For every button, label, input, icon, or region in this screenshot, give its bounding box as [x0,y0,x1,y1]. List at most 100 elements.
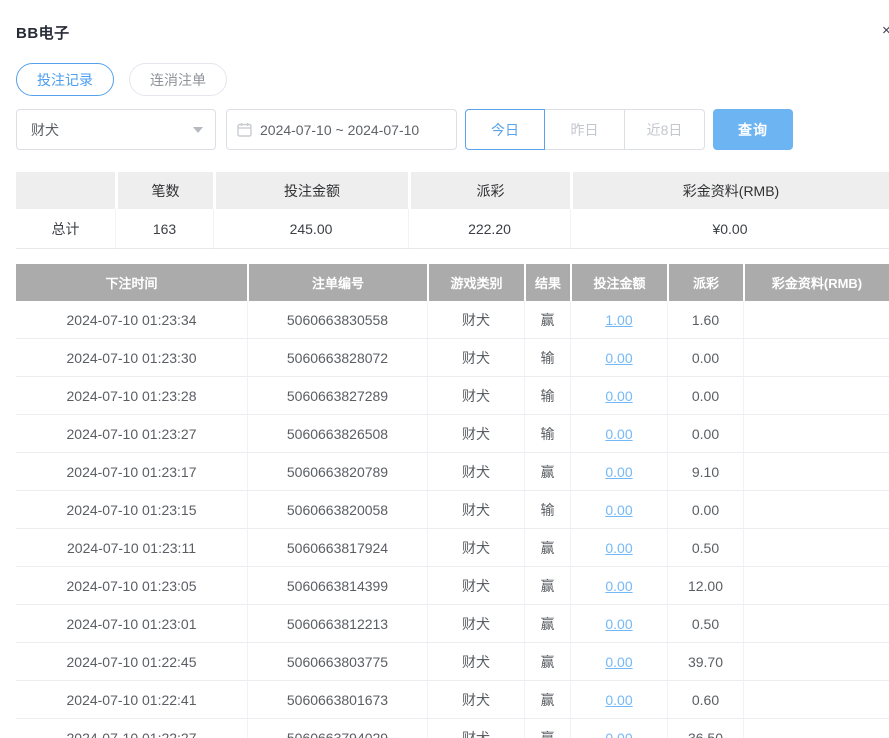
bet-table: 下注时间 注单编号 游戏类别 结果 投注金额 派彩 彩金资料(RMB) 2024… [16,264,889,738]
cell-bet-amount: 0.00 [570,719,667,738]
table-row: 2024-07-10 01:23:34 5060663830558 财犬 赢 1… [16,301,889,339]
bet-table-header-row: 下注时间 注单编号 游戏类别 结果 投注金额 派彩 彩金资料(RMB) [16,264,889,301]
summary-total-bonus: ¥0.00 [570,209,889,249]
summary-total-row: 总计 163 245.00 222.20 ¥0.00 [16,209,889,249]
game-select[interactable]: 财犬 [16,109,216,150]
tab-bet-records[interactable]: 投注记录 [16,63,114,96]
bet-amount-link[interactable]: 0.00 [605,578,632,594]
cell-bonus [743,529,889,567]
bet-amount-link[interactable]: 0.00 [605,730,632,738]
col-bonus: 彩金资料(RMB) [743,264,889,301]
col-bet-time: 下注时间 [16,264,247,301]
cell-order-number: 5060663820789 [247,453,427,491]
cell-game-type: 财犬 [427,339,524,377]
cell-game-type: 财犬 [427,453,524,491]
cell-bet-time: 2024-07-10 01:23:28 [16,377,247,415]
table-row: 2024-07-10 01:23:11 5060663817924 财犬 赢 0… [16,529,889,567]
cell-payout: 0.60 [667,681,743,719]
cell-payout: 0.00 [667,491,743,529]
bet-amount-link[interactable]: 0.00 [605,350,632,366]
summary-total-payout: 222.20 [408,209,570,249]
cell-result: 赢 [524,529,570,567]
bet-amount-link[interactable]: 0.00 [605,692,632,708]
cell-bet-amount: 0.00 [570,681,667,719]
cell-result: 赢 [524,567,570,605]
cell-payout: 0.00 [667,415,743,453]
cell-bet-amount: 0.00 [570,415,667,453]
cell-bet-time: 2024-07-10 01:23:27 [16,415,247,453]
col-result: 结果 [524,264,570,301]
cell-bonus [743,453,889,491]
cell-result: 赢 [524,301,570,339]
cell-bet-time: 2024-07-10 01:23:05 [16,567,247,605]
cell-order-number: 5060663826508 [247,415,427,453]
cell-result: 输 [524,491,570,529]
table-row: 2024-07-10 01:23:05 5060663814399 财犬 赢 0… [16,567,889,605]
cell-bet-time: 2024-07-10 01:22:41 [16,681,247,719]
bet-amount-link[interactable]: 0.00 [605,388,632,404]
cell-bonus [743,491,889,529]
cell-bet-amount: 0.00 [570,643,667,681]
table-row: 2024-07-10 01:23:01 5060663812213 财犬 赢 0… [16,605,889,643]
cell-result: 赢 [524,681,570,719]
cell-bet-amount: 0.00 [570,339,667,377]
summary-total-count: 163 [115,209,213,249]
cell-game-type: 财犬 [427,301,524,339]
cell-bet-amount: 0.00 [570,491,667,529]
cell-order-number: 5060663828072 [247,339,427,377]
cell-game-type: 财犬 [427,415,524,453]
bet-amount-link[interactable]: 0.00 [605,426,632,442]
calendar-icon [237,122,252,137]
cell-bonus [743,643,889,681]
summary-col-payout: 派彩 [408,172,570,209]
tab-cancelled-orders[interactable]: 连消注单 [129,63,227,96]
cell-bet-time: 2024-07-10 01:23:11 [16,529,247,567]
date-range-value: 2024-07-10 ~ 2024-07-10 [260,122,419,138]
cell-game-type: 财犬 [427,377,524,415]
table-row: 2024-07-10 01:23:17 5060663820789 财犬 赢 0… [16,453,889,491]
close-icon[interactable]: × [882,24,889,38]
cell-result: 输 [524,415,570,453]
cell-payout: 0.50 [667,605,743,643]
bet-amount-link[interactable]: 0.00 [605,616,632,632]
summary-header-row: 笔数 投注金额 派彩 彩金资料(RMB) [16,172,889,209]
cell-bonus [743,415,889,453]
last-8-days-button[interactable]: 近8日 [625,109,705,150]
summary-table: 笔数 投注金额 派彩 彩金资料(RMB) 总计 163 245.00 222.2… [16,172,889,249]
table-row: 2024-07-10 01:23:15 5060663820058 财犬 输 0… [16,491,889,529]
cell-bet-time: 2024-07-10 01:23:01 [16,605,247,643]
cell-order-number: 5060663814399 [247,567,427,605]
table-row: 2024-07-10 01:22:27 5060663794029 财犬 赢 0… [16,719,889,738]
bet-amount-link[interactable]: 0.00 [605,540,632,556]
title-row: BB电子 × [0,0,889,46]
date-range-picker[interactable]: 2024-07-10 ~ 2024-07-10 [226,109,457,150]
cell-payout: 9.10 [667,453,743,491]
cell-game-type: 财犬 [427,491,524,529]
quick-date-group: 今日 昨日 近8日 [465,109,705,150]
today-button[interactable]: 今日 [465,109,545,150]
bet-amount-link[interactable]: 1.00 [605,312,632,328]
table-row: 2024-07-10 01:23:28 5060663827289 财犬 输 0… [16,377,889,415]
bet-amount-link[interactable]: 0.00 [605,654,632,670]
bet-amount-link[interactable]: 0.00 [605,502,632,518]
yesterday-button[interactable]: 昨日 [545,109,625,150]
cell-bet-amount: 1.00 [570,301,667,339]
cell-bonus [743,681,889,719]
cell-payout: 0.00 [667,377,743,415]
cell-bet-time: 2024-07-10 01:23:15 [16,491,247,529]
cell-bet-time: 2024-07-10 01:23:17 [16,453,247,491]
cell-game-type: 财犬 [427,643,524,681]
cell-bet-time: 2024-07-10 01:23:30 [16,339,247,377]
table-row: 2024-07-10 01:22:45 5060663803775 财犬 赢 0… [16,643,889,681]
cell-result: 赢 [524,453,570,491]
cell-bet-amount: 0.00 [570,453,667,491]
cell-bet-time: 2024-07-10 01:22:27 [16,719,247,738]
bet-table-body: 2024-07-10 01:23:34 5060663830558 财犬 赢 1… [16,301,889,738]
query-button[interactable]: 查询 [713,109,793,150]
bet-amount-link[interactable]: 0.00 [605,464,632,480]
cell-payout: 0.00 [667,339,743,377]
col-payout: 派彩 [667,264,743,301]
summary-col-bonus: 彩金资料(RMB) [570,172,889,209]
chevron-down-icon [193,127,203,133]
cell-payout: 39.70 [667,643,743,681]
